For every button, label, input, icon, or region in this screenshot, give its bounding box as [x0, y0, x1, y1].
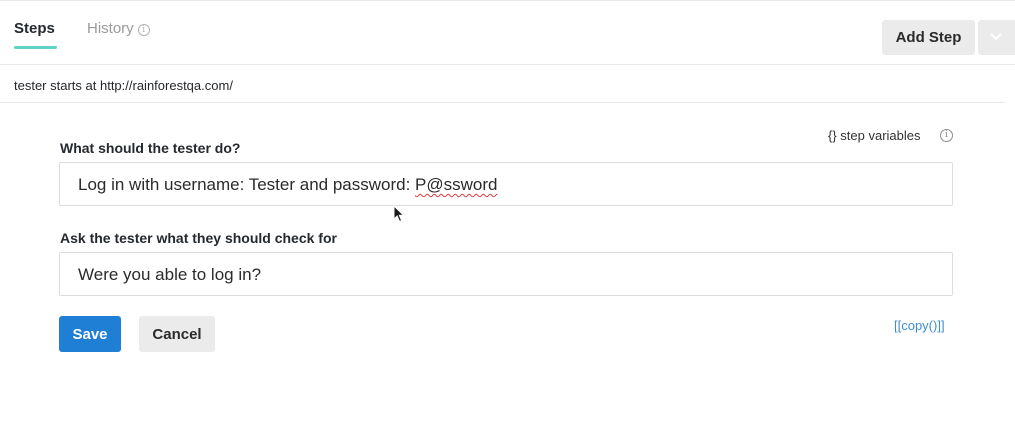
action-input[interactable]: Log in with username: Tester and passwor… [59, 162, 953, 206]
copy-link[interactable]: [[copy()]] [894, 318, 945, 333]
mouse-pointer-icon [393, 205, 405, 223]
start-url-text: tester starts at http://rainforestqa.com… [14, 78, 233, 93]
add-step-dropdown-button[interactable] [978, 20, 1015, 55]
add-step-button[interactable]: Add Step [882, 20, 975, 55]
cancel-button[interactable]: Cancel [139, 316, 215, 352]
chevron-down-icon [990, 33, 1002, 41]
step-variables-link[interactable]: {} step variables [828, 128, 921, 143]
check-input[interactable]: Were you able to log in? [59, 252, 953, 296]
tab-history-label: History [87, 20, 134, 37]
tab-steps-label: Steps [14, 20, 55, 37]
action-field-label: What should the tester do? [60, 140, 241, 156]
active-tab-indicator [14, 46, 57, 49]
check-field-label: Ask the tester what they should check fo… [60, 230, 337, 246]
top-bar: Steps History i Add Step [0, 0, 1015, 65]
save-button[interactable]: Save [59, 316, 121, 352]
spellcheck-flagged-word: P@ssword [415, 175, 498, 194]
start-url-row: tester starts at http://rainforestqa.com… [0, 65, 1005, 103]
tab-history[interactable]: History i [87, 20, 150, 37]
info-icon[interactable]: i [137, 24, 150, 36]
tab-steps[interactable]: Steps [14, 20, 57, 49]
action-input-text: Log in with username: Tester and passwor… [78, 175, 416, 194]
step-variables-info-icon[interactable]: i [940, 129, 953, 142]
